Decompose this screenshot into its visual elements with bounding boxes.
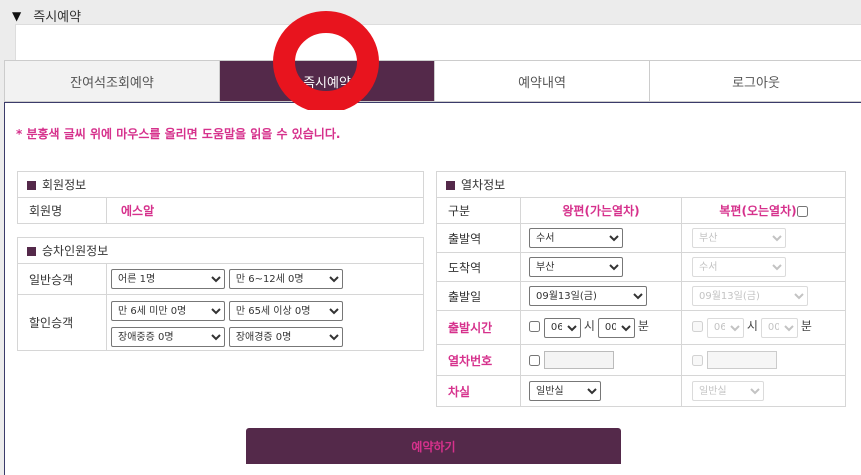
child-select[interactable]: 만 6~12세 0명 (228, 269, 343, 289)
depart-hour-select[interactable]: 06 (543, 317, 581, 338)
depart-station-label: 출발역 (436, 223, 521, 253)
return-class-select[interactable]: 일반실 (692, 381, 764, 401)
minute-unit: 분 (637, 319, 649, 334)
train-info-header: 열차정보 (436, 171, 846, 198)
depart-minute-select[interactable]: 00 (597, 317, 635, 338)
depart-time-checkbox[interactable] (529, 321, 540, 333)
collapse-triangle-icon: ▼ (12, 8, 22, 23)
member-name-value: 에스알 (121, 204, 155, 218)
disabled-mild-select[interactable]: 장애경증 0명 (228, 327, 343, 347)
return-minute-select[interactable]: 00 (760, 317, 798, 338)
return-hour-select[interactable]: 06 (706, 317, 744, 338)
return-train-number-input[interactable] (706, 351, 777, 369)
disabled-severe-select[interactable]: 장애중증 0명 (111, 327, 225, 347)
return-time-checkbox[interactable] (692, 321, 703, 333)
help-text: * 분홍색 글씨 위에 마우스를 올리면 도움말을 읽을 수 있습니다. (16, 127, 341, 141)
tab-bar: 잔여석조회예약 즉시예약 예약내역 로그아웃 (4, 60, 861, 102)
arrive-station-label: 도착역 (436, 252, 521, 282)
bullet-square-icon (27, 181, 36, 190)
senior-select[interactable]: 만 65세 이상 0명 (228, 301, 343, 321)
member-name-label: 회원명 (17, 197, 107, 224)
col-return-label: 복편(오는열차) (719, 204, 797, 218)
return-train-number-checkbox[interactable] (692, 354, 703, 366)
tab-seat-inquiry[interactable]: 잔여석조회예약 (5, 61, 220, 101)
hour-unit: 시 (583, 319, 595, 334)
member-info-header: 회원정보 (17, 171, 424, 198)
hour-unit: 시 (746, 319, 758, 334)
train-number-checkbox[interactable] (529, 354, 540, 366)
tab-logout[interactable]: 로그아웃 (650, 61, 861, 101)
return-trip-checkbox[interactable] (796, 206, 808, 217)
passenger-info-table: 승차인원정보 일반승객 어른 1명 만 6~12세 0명 할인승객 만 6세 미… (17, 237, 424, 351)
arrive-station-select[interactable]: 부산 (529, 257, 623, 277)
class-label: 차실 (448, 384, 471, 399)
train-number-label: 열차번호 (448, 353, 493, 368)
general-passenger-label: 일반승객 (17, 263, 107, 295)
return-arrive-station-select[interactable]: 수서 (692, 257, 786, 277)
depart-time-label: 출발시간 (448, 321, 493, 335)
passenger-info-header: 승차인원정보 (17, 237, 424, 264)
return-depart-station-select[interactable]: 부산 (692, 228, 786, 248)
infant-select[interactable]: 만 6세 미만 0명 (111, 301, 225, 321)
reserve-button[interactable]: 예약하기 (246, 428, 621, 464)
discount-passenger-label: 할인승객 (17, 294, 107, 351)
section-title: 즉시예약 (33, 10, 82, 25)
adult-select[interactable]: 어른 1명 (111, 269, 225, 289)
train-number-input[interactable] (543, 351, 614, 369)
section-header[interactable]: ▼ 즉시예약 (12, 6, 82, 26)
depart-station-select[interactable]: 수서 (529, 228, 623, 248)
depart-date-select[interactable]: 09월13일(금) (529, 286, 647, 306)
bullet-square-icon (446, 181, 455, 190)
return-date-select[interactable]: 09월13일(금) (692, 286, 808, 306)
member-info-table: 회원정보 회원명 에스알 (17, 171, 424, 224)
minute-unit: 분 (800, 319, 812, 334)
class-select[interactable]: 일반실 (529, 381, 601, 401)
col-outbound-label: 왕편(가는열차) (562, 204, 640, 218)
depart-date-label: 출발일 (436, 281, 521, 311)
bullet-square-icon (27, 247, 36, 256)
tab-reservation-history[interactable]: 예약내역 (435, 61, 650, 101)
red-circle-mark (273, 11, 379, 110)
train-info-table: 열차정보 구분 왕편(가는열차) 복편(오는열차) 출발역 수서 부산 도착역 … (436, 171, 846, 407)
col-type-label: 구분 (436, 197, 521, 224)
